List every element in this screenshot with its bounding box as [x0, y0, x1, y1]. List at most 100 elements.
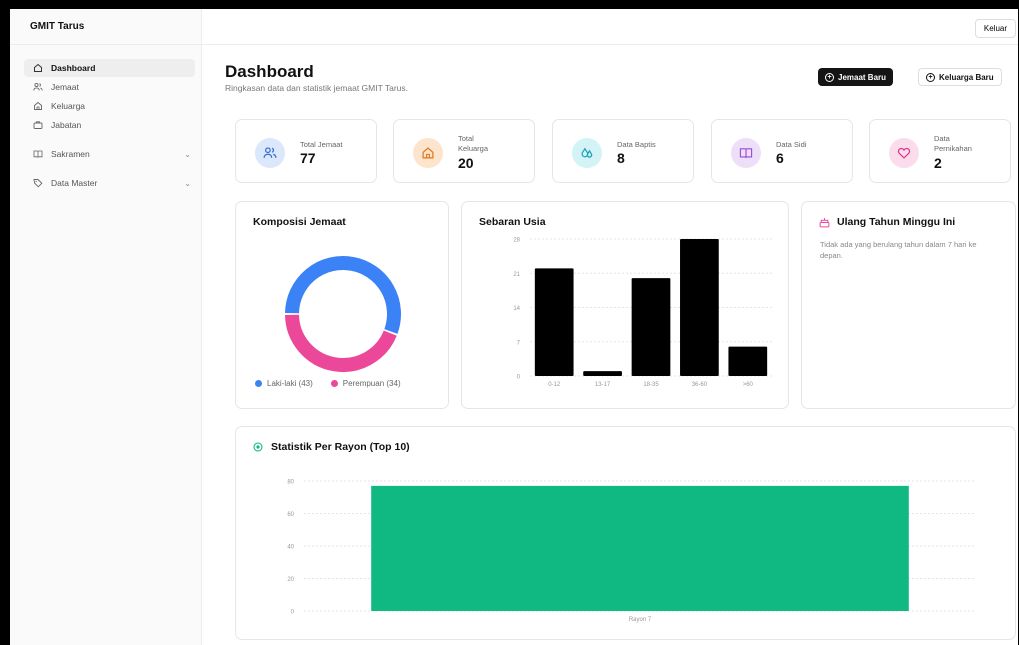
stat-value: 77 [300, 150, 316, 166]
y-tick-label: 7 [517, 340, 521, 346]
briefcase-icon [32, 120, 43, 131]
sidebar-item-dashboard[interactable]: Dashboard [24, 59, 195, 77]
page-title: Dashboard [225, 62, 314, 81]
stat-value: 8 [617, 150, 625, 166]
bar-Rayon 7[interactable] [371, 485, 909, 611]
y-tick-label: 0 [291, 610, 295, 616]
stat-label: Total Keluarga [458, 134, 489, 153]
stat-value: 20 [458, 155, 474, 171]
sidebar-item-jabatan[interactable]: Jabatan [24, 116, 195, 134]
stat-card-data-sidi: Data Sidi 6 [711, 119, 853, 183]
rayon-bar-chart: 0 20 40 60 80 Rayon 7 [287, 480, 976, 623]
y-tick-label: 40 [287, 545, 294, 551]
y-tick-label: 60 [287, 512, 294, 518]
sidebar-nav: Dashboard Jemaat Keluarga Jabatan Sakram… [10, 45, 201, 192]
book-open-icon [731, 138, 761, 168]
users-icon [255, 138, 285, 168]
birthday-title: Ulang Tahun Minggu Ini [819, 216, 955, 228]
bar-0-12[interactable] [534, 268, 574, 376]
y-tick-label: 80 [287, 480, 294, 486]
y-tick-label: 21 [513, 272, 520, 278]
x-tick-label: >60 [743, 382, 754, 388]
legend-dot-female [330, 380, 338, 387]
plus-circle-icon: + [926, 72, 935, 82]
legend-female-label: Perempuan (34) [342, 379, 401, 388]
main-content: Dashboard Ringkasan data dan statistik j… [202, 45, 1018, 645]
app-brand: GMIT Tarus [10, 9, 201, 45]
sidebar-item-label: Sakramen [51, 149, 90, 159]
legend-dot-male [255, 380, 262, 387]
bar-36-60[interactable] [680, 239, 719, 376]
donut-slice-laki-laki[interactable] [285, 256, 401, 334]
sidebar-item-label: Keluarga [51, 101, 86, 111]
sidebar-item-jemaat[interactable]: Jemaat [24, 78, 195, 96]
stat-card-total-jemaat: Total Jemaat 77 [235, 119, 377, 183]
age-distribution-card: Sebaran Usia 0 7 14 21 28 0-12 13-17 18-35 36-60… [461, 201, 789, 409]
sidebar-item-keluarga[interactable]: Keluarga [24, 97, 195, 115]
sidebar-item-sakramen[interactable]: Sakramen ⌄ [24, 145, 195, 163]
age-distribution-title: Sebaran Usia [479, 216, 546, 228]
birthday-card: Ulang Tahun Minggu Ini Tidak ada yang be… [801, 201, 1016, 409]
page-subtitle: Ringkasan data dan statistik jemaat GMIT… [225, 83, 408, 93]
sidebar-item-label: Jemaat [51, 82, 79, 92]
bar->60[interactable] [728, 346, 768, 376]
sidebar-item-data-master[interactable]: Data Master ⌄ [24, 174, 195, 192]
birthday-empty-text: Tidak ada yang berulang tahun dalam 7 ha… [820, 240, 977, 260]
topbar: Keluar [202, 9, 1018, 45]
home-icon [32, 63, 43, 74]
stat-value: 2 [934, 155, 942, 171]
bar-18-35[interactable] [631, 278, 671, 376]
new-family-button[interactable]: + Keluarga Baru [918, 68, 1002, 86]
map-pin-icon [253, 442, 263, 452]
y-tick-label: 14 [513, 306, 520, 312]
composition-donut-chart [285, 256, 401, 372]
new-family-label: Keluarga Baru [939, 72, 994, 82]
composition-legend: Laki-laki (43) Perempuan (34) [255, 379, 401, 388]
age-distribution-bar-chart: 0 7 14 21 28 0-12 13-17 18-35 36-60 >60 [513, 238, 772, 388]
tag-icon [32, 178, 43, 189]
stat-card-data-baptis: Data Baptis 8 [552, 119, 694, 183]
birthday-title-text: Ulang Tahun Minggu Ini [837, 216, 956, 228]
rayon-stats-title: Statistik Per Rayon (Top 10) [253, 441, 410, 453]
rayon-stats-title-text: Statistik Per Rayon (Top 10) [271, 441, 410, 453]
y-tick-label: 20 [287, 577, 294, 583]
sidebar-item-label: Jabatan [51, 120, 82, 130]
house-icon [413, 138, 443, 168]
stat-label: Total Jemaat [300, 140, 343, 149]
sidebar-item-label: Data Master [51, 178, 98, 188]
stat-card-data-pernikahan: Data Pernikahan 2 [869, 119, 1011, 183]
droplets-icon [572, 138, 602, 168]
y-tick-label: 0 [517, 375, 521, 381]
legend-male-label: Laki-laki (43) [267, 379, 313, 388]
stat-label: Data Pernikahan [934, 134, 972, 153]
stat-value: 6 [776, 150, 784, 166]
plus-circle-icon: + [825, 72, 834, 82]
composition-title: Komposisi Jemaat [253, 216, 346, 228]
y-tick-label: 28 [513, 238, 520, 244]
logout-button[interactable]: Keluar [974, 19, 1016, 38]
x-tick-label: Rayon 7 [629, 617, 652, 623]
stat-card-total-keluarga: Total Keluarga 20 [393, 119, 535, 183]
bar-13-17[interactable] [583, 371, 622, 376]
app-window: GMIT Tarus Dashboard Jemaat Keluarga Jab… [10, 9, 1018, 645]
stat-label: Data Baptis [617, 140, 656, 149]
sidebar-item-label: Dashboard [51, 63, 96, 73]
heart-icon [889, 138, 919, 168]
stat-label: Data Sidi [776, 140, 807, 149]
x-tick-label: 0-12 [548, 382, 561, 388]
chevron-down-icon[interactable]: ⌄ [184, 150, 191, 159]
book-icon [32, 149, 43, 160]
sidebar: GMIT Tarus Dashboard Jemaat Keluarga Jab… [10, 9, 202, 645]
cake-icon [819, 217, 830, 228]
house-icon [32, 101, 43, 112]
new-member-label: Jemaat Baru [838, 72, 887, 82]
new-member-button[interactable]: + Jemaat Baru [818, 68, 894, 86]
rayon-stats-card: Statistik Per Rayon (Top 10) 0 20 40 60 80 Ra… [235, 426, 1016, 640]
x-tick-label: 36-60 [692, 382, 708, 388]
x-tick-label: 13-17 [595, 382, 611, 388]
chevron-down-icon[interactable]: ⌄ [184, 179, 191, 188]
composition-card: Komposisi Jemaat Laki-laki (43) Perempua… [235, 201, 449, 409]
users-icon [32, 82, 43, 93]
x-tick-label: 18-35 [643, 382, 659, 388]
donut-slice-perempuan[interactable] [285, 314, 397, 372]
